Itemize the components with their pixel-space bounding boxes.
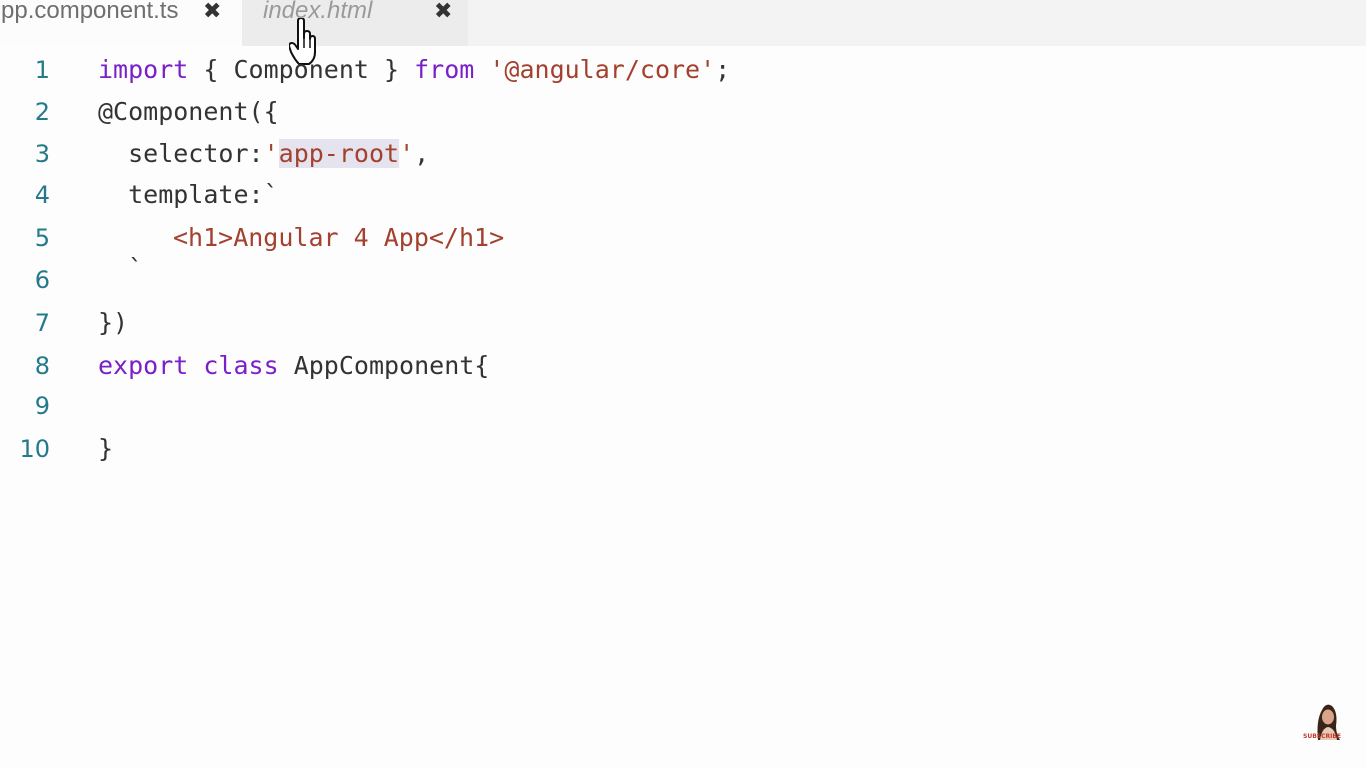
code-line: 10 } bbox=[0, 427, 1366, 469]
close-icon[interactable]: ✖ bbox=[434, 0, 452, 24]
code-text: template:` bbox=[98, 180, 279, 209]
code-token: selector: bbox=[98, 139, 264, 168]
line-number: 1 bbox=[34, 56, 50, 84]
string-token: <h1>Angular 4 App</h1> bbox=[173, 223, 505, 252]
code-token: ` bbox=[128, 254, 144, 283]
code-line: 7 }) bbox=[0, 301, 1366, 343]
keyword-token: class bbox=[203, 351, 279, 380]
line-number: 6 bbox=[34, 266, 50, 294]
line-number: 10 bbox=[19, 435, 50, 463]
tab-label: index.html bbox=[263, 0, 373, 24]
code-text: selector:'app-root', bbox=[98, 139, 429, 168]
code-token: { Component } bbox=[188, 55, 415, 84]
code-token: } bbox=[98, 434, 114, 463]
line-number: 2 bbox=[34, 98, 50, 126]
code-editor[interactable]: 1 import { Component } from '@angular/co… bbox=[0, 46, 1366, 768]
code-text: @Component({ bbox=[98, 97, 279, 126]
code-text: <h1>Angular 4 App</h1> bbox=[173, 223, 504, 252]
line-number: 3 bbox=[34, 140, 50, 168]
code-text: }) bbox=[98, 308, 128, 337]
code-text: import { Component } from '@angular/core… bbox=[98, 55, 730, 84]
line-number: 9 bbox=[34, 392, 50, 420]
keyword-token: export bbox=[98, 351, 189, 380]
tab-bar: pp.component.ts ✖ index.html ✖ bbox=[0, 0, 1366, 46]
code-line: 6 ` bbox=[0, 254, 1366, 300]
line-number: 8 bbox=[34, 352, 50, 380]
string-token: ' bbox=[263, 139, 279, 168]
code-text: export class AppComponent{ bbox=[98, 351, 489, 380]
code-text: ` bbox=[128, 254, 143, 283]
tab-label: pp.component.ts bbox=[1, 0, 179, 24]
code-token: template:` bbox=[98, 180, 279, 209]
close-icon[interactable]: ✖ bbox=[203, 0, 221, 24]
string-token: ' bbox=[399, 139, 415, 168]
code-text: } bbox=[98, 434, 113, 463]
code-line: 2 @Component({ bbox=[0, 90, 1366, 132]
code-line: 9 bbox=[0, 384, 1366, 426]
tab-index-html[interactable]: index.html ✖ bbox=[242, 0, 468, 46]
line-number: 7 bbox=[34, 309, 50, 337]
code-line: 8 export class AppComponent{ bbox=[0, 344, 1366, 386]
code-line: 5 <h1>Angular 4 App</h1> bbox=[0, 216, 1366, 258]
string-token: '@angular/core' bbox=[489, 55, 716, 84]
code-line: 1 import { Component } from '@angular/co… bbox=[0, 48, 1366, 90]
tab-app-component-ts[interactable]: pp.component.ts ✖ bbox=[0, 0, 242, 46]
selected-string-token: app-root bbox=[278, 139, 400, 168]
code-token: , bbox=[414, 139, 430, 168]
code-token: ; bbox=[715, 55, 731, 84]
line-number: 4 bbox=[34, 181, 50, 209]
subscribe-label[interactable]: SUBSCRIBE bbox=[1303, 733, 1341, 740]
code-line: 4 template:` bbox=[0, 173, 1366, 215]
code-token: AppComponent{ bbox=[278, 351, 490, 380]
keyword-token: from bbox=[414, 55, 475, 84]
code-token: }) bbox=[98, 308, 129, 337]
code-line: 3 selector:'app-root', bbox=[0, 132, 1366, 174]
code-token: @Component({ bbox=[98, 97, 279, 126]
keyword-token: import bbox=[98, 55, 189, 84]
line-number: 5 bbox=[34, 224, 50, 252]
